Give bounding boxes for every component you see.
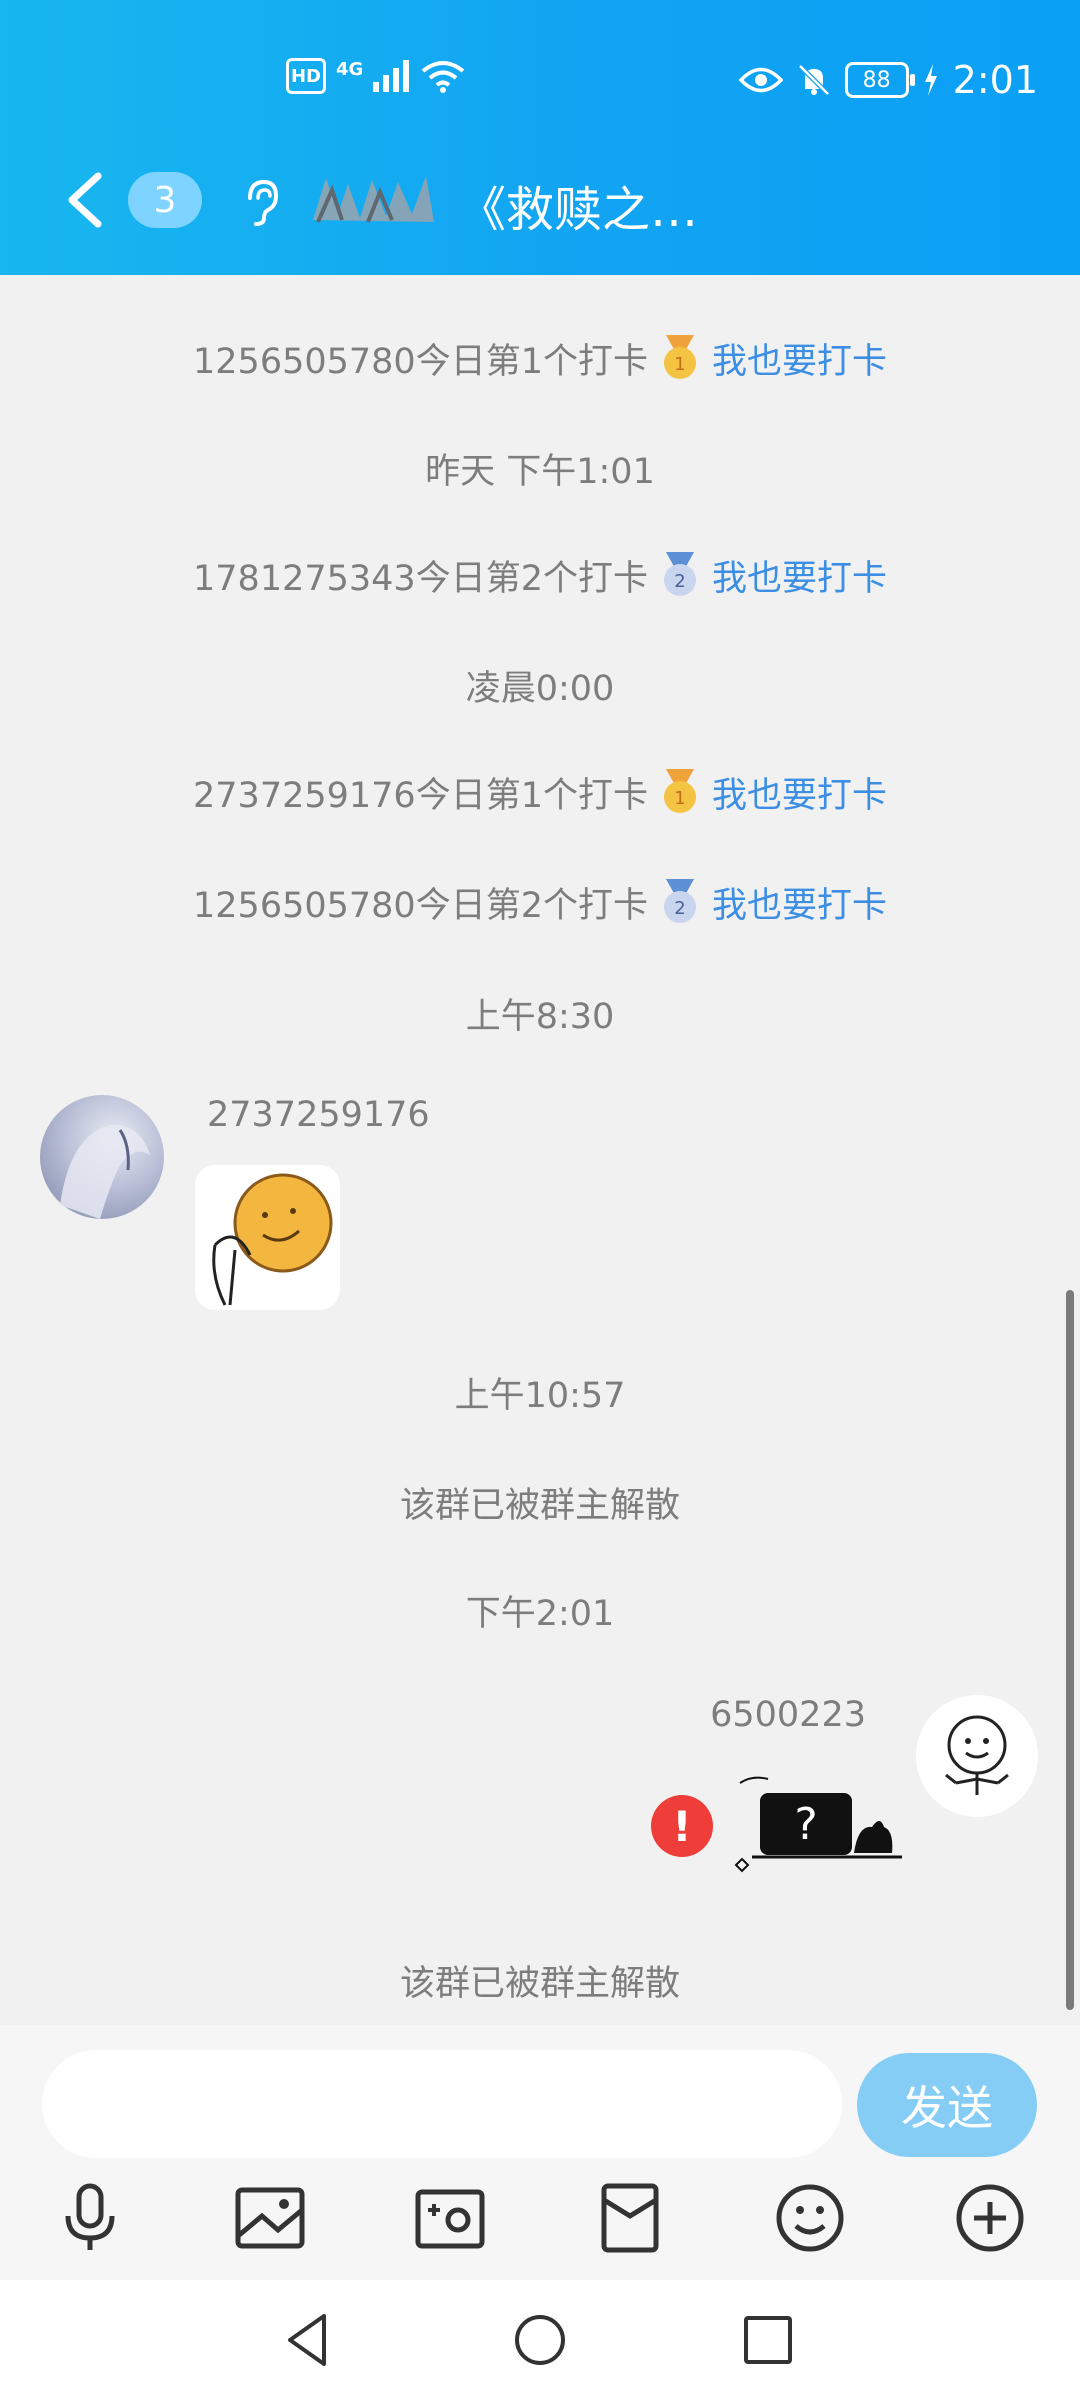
avatar[interactable] [40, 1095, 164, 1219]
timestamp: 上午10:57 [454, 1376, 626, 1416]
sender-name: 6500223 [710, 1695, 866, 1735]
smile-sticker-icon [212, 1173, 333, 1306]
checkin-text: 1781275343今日第2个打卡 [193, 559, 648, 599]
checkin-link[interactable]: 我也要打卡 [712, 333, 887, 384]
back-icon[interactable] [60, 170, 110, 230]
red-packet-icon[interactable] [592, 2180, 668, 2256]
svg-text:1: 1 [674, 354, 685, 375]
checkin-link[interactable]: 我也要打卡 [712, 877, 887, 928]
timestamp: 下午2:01 [465, 1594, 615, 1634]
nav-recents-icon[interactable] [738, 2310, 798, 2370]
system-navigation-bar [0, 2280, 1080, 2400]
checkin-link[interactable]: 我也要打卡 [712, 767, 887, 818]
wifi-icon [422, 61, 465, 93]
message-input[interactable] [42, 2050, 842, 2158]
toolbar [0, 2180, 1080, 2270]
sticker-image[interactable]: ? [732, 1765, 912, 1875]
checkin-row: 1781275343今日第2个打卡 2 我也要打卡 [0, 550, 1080, 601]
checkin-row: 2737259176今日第1个打卡 1 我也要打卡 [0, 767, 1080, 818]
network-type: 4G [336, 58, 364, 80]
status-time: 2:01 [952, 58, 1038, 102]
group-logo-icon [313, 176, 434, 223]
nav-home-icon[interactable] [510, 2310, 570, 2370]
charging-icon [924, 64, 937, 96]
scrollbar[interactable] [1066, 1290, 1074, 2010]
avatar[interactable] [916, 1695, 1038, 1817]
svg-text:1: 1 [674, 788, 685, 809]
silver-medal-icon: 2 [663, 878, 696, 923]
microphone-icon[interactable] [52, 2180, 128, 2256]
input-bar: 发送 [0, 2025, 1080, 2280]
battery-icon: 88 [844, 62, 915, 98]
signal-icon [373, 60, 410, 92]
emoji-icon[interactable] [772, 2180, 848, 2256]
system-notice: 该群已被群主解散 [399, 1486, 680, 1526]
nav-back-icon[interactable] [278, 2310, 338, 2370]
group-title[interactable]: 《救赎之… [458, 170, 698, 240]
checkin-text: 2737259176今日第1个打卡 [193, 776, 648, 816]
checkin-link[interactable]: 我也要打卡 [712, 550, 887, 601]
plus-icon[interactable] [952, 2180, 1028, 2256]
silver-medal-icon: 2 [663, 551, 696, 596]
checkin-text: 1256505780今日第2个打卡 [193, 886, 648, 926]
gold-medal-icon: 1 [663, 334, 696, 379]
avatar-image [60, 1124, 150, 1219]
hd-icon: HD [286, 58, 326, 94]
system-notice: 该群已被群主解散 [399, 1964, 680, 2004]
mute-bell-icon [797, 64, 830, 96]
header-bar: HD 4G 88 2:01 3 《救赎之… [0, 0, 1080, 275]
status-right: 88 2:01 [738, 58, 1038, 102]
status-left: HD 4G [286, 58, 465, 94]
avatar-image [945, 1715, 1009, 1795]
timestamp: 上午8:30 [465, 997, 615, 1037]
svg-text:2: 2 [674, 898, 685, 919]
sticker-image[interactable] [195, 1165, 340, 1310]
sender-name: 2737259176 [207, 1095, 430, 1135]
send-button[interactable]: 发送 [857, 2053, 1037, 2157]
question-sticker-icon: ? [734, 1776, 902, 1873]
checkin-row: 1256505780今日第2个打卡 2 我也要打卡 [0, 877, 1080, 928]
eye-icon [738, 67, 783, 93]
checkin-row: 1256505780今日第1个打卡 1 我也要打卡 [0, 333, 1080, 384]
svg-text:?: ? [794, 1799, 817, 1850]
unread-count-badge[interactable]: 3 [128, 172, 202, 228]
timestamp: 凌晨0:00 [465, 669, 615, 709]
gold-medal-icon: 1 [663, 768, 696, 813]
ear-icon[interactable] [240, 178, 280, 226]
image-icon[interactable] [232, 2180, 308, 2256]
chat-navbar: 3 《救赎之… [0, 150, 1080, 250]
checkin-text: 1256505780今日第1个打卡 [193, 342, 648, 382]
svg-text:2: 2 [674, 571, 685, 592]
status-bar: HD 4G 88 2:01 [0, 40, 1080, 120]
timestamp: 昨天 下午1:01 [425, 452, 655, 492]
send-failed-icon[interactable]: ! [651, 1795, 713, 1857]
chat-area[interactable]: 1256505780今日第1个打卡 1 我也要打卡 昨天 下午1:01 1781… [0, 275, 1080, 2025]
camera-icon[interactable] [412, 2180, 488, 2256]
